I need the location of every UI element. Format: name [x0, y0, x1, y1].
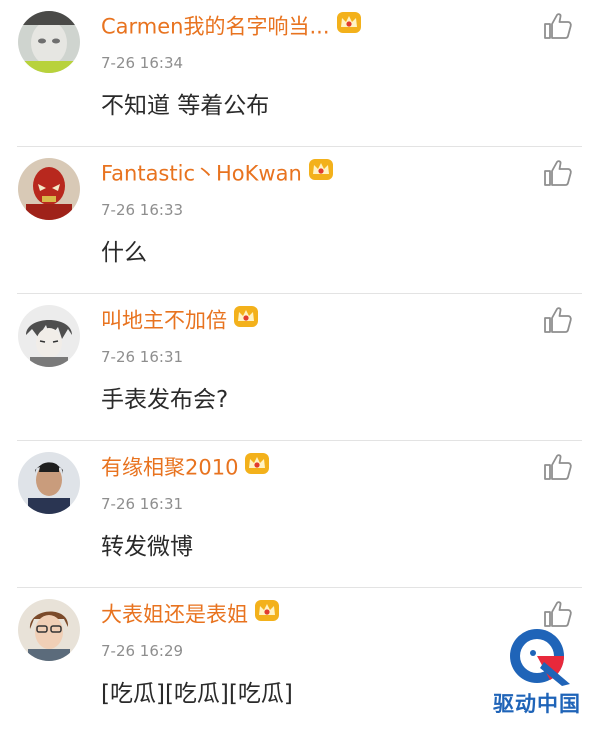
comment-text: 什么	[101, 240, 147, 266]
comment-item: Carmen我的名字响当... 7-26 16:34 不知道 等着公布	[0, 0, 600, 147]
comment-text: 手表发布会?	[101, 387, 229, 413]
thumbs-up-icon[interactable]	[543, 12, 573, 40]
watermark-text: 驱动中国	[493, 692, 581, 716]
comment-item: 有缘相聚2010 7-26 16:31 转发微博	[0, 441, 600, 588]
crown-badge-icon	[308, 157, 334, 188]
avatar[interactable]	[18, 158, 80, 220]
watermark-logo: 驱动中国	[478, 622, 596, 717]
thumbs-up-icon[interactable]	[543, 306, 573, 334]
crown-badge-icon	[336, 10, 362, 41]
comment-item: 叫地主不加倍 7-26 16:31 手表发布会?	[0, 294, 600, 441]
comment-text: 不知道 等着公布	[101, 93, 270, 119]
username[interactable]: Carmen我的名字响当...	[101, 12, 362, 43]
crown-badge-icon	[254, 598, 280, 629]
comment-item: Fantastic丶HoKwan 7-26 16:33 什么	[0, 147, 600, 294]
avatar[interactable]	[18, 599, 80, 661]
username[interactable]: 叫地主不加倍	[101, 306, 259, 337]
username[interactable]: Fantastic丶HoKwan	[101, 159, 334, 190]
comment-text: 转发微博	[101, 534, 193, 560]
comment-time: 7-26 16:31	[101, 495, 184, 513]
comment-time: 7-26 16:29	[101, 642, 184, 660]
avatar[interactable]	[18, 452, 80, 514]
comment-time: 7-26 16:33	[101, 201, 184, 219]
thumbs-up-icon[interactable]	[543, 159, 573, 187]
avatar[interactable]	[18, 305, 80, 367]
username[interactable]: 有缘相聚2010	[101, 453, 270, 484]
comment-text: [吃瓜][吃瓜][吃瓜]	[101, 681, 293, 707]
comment-time: 7-26 16:31	[101, 348, 184, 366]
comment-time: 7-26 16:34	[101, 54, 184, 72]
watermark-emblem-icon	[510, 629, 570, 686]
crown-badge-icon	[233, 304, 259, 335]
username[interactable]: 大表姐还是表姐	[101, 600, 280, 631]
crown-badge-icon	[244, 451, 270, 482]
avatar[interactable]	[18, 11, 80, 73]
thumbs-up-icon[interactable]	[543, 453, 573, 481]
